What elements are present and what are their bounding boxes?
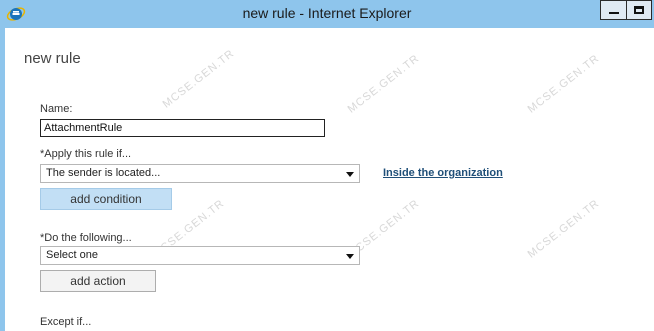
name-field[interactable]	[40, 119, 325, 137]
maximize-icon	[634, 6, 644, 14]
page-content: MCSE.GEN.TR MCSE.GEN.TR MCSE.GEN.TR MCSE…	[5, 28, 654, 331]
minimize-button[interactable]	[600, 0, 626, 20]
window-title: new rule - Internet Explorer	[242, 5, 412, 21]
condition-select-value: The sender is located...	[46, 167, 161, 179]
condition-select[interactable]: The sender is located...	[40, 164, 360, 183]
dropdown-arrow-icon	[346, 172, 354, 177]
dropdown-arrow-icon	[346, 254, 354, 259]
inside-organization-link[interactable]: Inside the organization	[383, 167, 503, 179]
browser-window: new rule - Internet Explorer MCSE.GEN.TR…	[0, 0, 654, 331]
apply-rule-label: *Apply this rule if...	[40, 148, 132, 160]
watermark: MCSE.GEN.TR	[345, 52, 422, 116]
minimize-icon	[608, 12, 619, 14]
title-bar: new rule - Internet Explorer	[0, 0, 654, 28]
name-label: Name:	[40, 103, 73, 115]
add-action-button[interactable]: add action	[40, 270, 156, 292]
do-following-label: *Do the following...	[40, 232, 132, 244]
except-if-label: Except if...	[40, 316, 92, 328]
action-select[interactable]: Select one	[40, 246, 360, 265]
watermark: MCSE.GEN.TR	[160, 47, 237, 111]
action-select-value: Select one	[46, 249, 98, 261]
page-title: new rule	[24, 50, 81, 67]
maximize-button[interactable]	[626, 0, 652, 20]
watermark: MCSE.GEN.TR	[525, 197, 602, 261]
add-condition-button[interactable]: add condition	[40, 188, 172, 210]
watermark: MCSE.GEN.TR	[525, 52, 602, 116]
